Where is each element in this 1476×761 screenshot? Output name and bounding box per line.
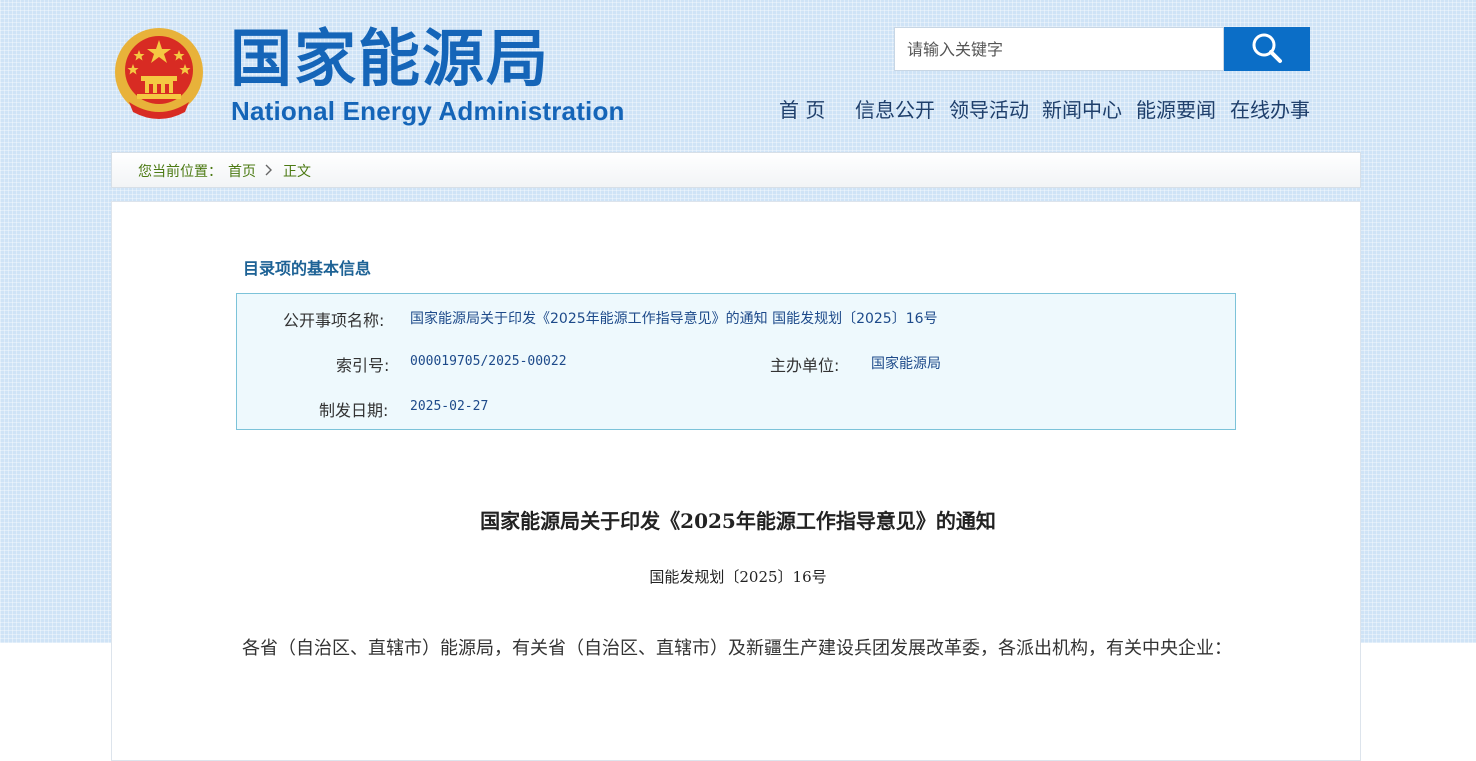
info-org-label: 主办单位: (770, 356, 840, 375)
document-title: 国家能源局关于印发《2025年能源工作指导意见》的通知 (480, 509, 996, 533)
info-box: 公开事项名称: 国家能源局关于印发《2025年能源工作指导意见》的通知 国能发规… (236, 293, 1236, 430)
info-org-value: 国家能源局 (871, 356, 941, 372)
breadcrumb: 您当前位置： 首页 正文 (111, 152, 1361, 188)
nav-item-leadership[interactable]: 领导活动 (949, 94, 1029, 123)
main-nav: 首 页 信息公开 领导活动 新闻中心 能源要闻 在线办事 (0, 94, 1476, 124)
info-date-label: 制发日期: (319, 401, 389, 420)
breadcrumb-current: 正文 (283, 164, 311, 180)
info-heading: 目录项的基本信息 (243, 259, 372, 278)
nav-item-online-services[interactable]: 在线办事 (1230, 94, 1310, 123)
nav-item-energy-news[interactable]: 能源要闻 (1136, 94, 1216, 123)
chevron-right-icon (265, 163, 273, 181)
site-name-chinese: 国家能源局 (230, 22, 551, 95)
info-date-value: 2025-02-27 (410, 399, 489, 414)
info-name-value: 国家能源局关于印发《2025年能源工作指导意见》的通知 国能发规划〔2025〕1… (410, 311, 938, 327)
search-icon (1249, 30, 1285, 69)
search-button[interactable] (1224, 27, 1310, 71)
breadcrumb-home-link[interactable]: 首页 (228, 161, 256, 181)
nav-item-news[interactable]: 新闻中心 (1042, 94, 1122, 123)
info-name-label: 公开事项名称: (283, 311, 385, 330)
main-content (111, 201, 1361, 761)
info-index-label: 索引号: (336, 356, 390, 375)
nav-item-home[interactable]: 首 页 (779, 94, 825, 123)
info-index-value: 000019705/2025-00022 (410, 354, 567, 369)
nav-item-info-disclosure[interactable]: 信息公开 (855, 94, 935, 123)
document-number: 国能发规划〔2025〕16号 (649, 568, 827, 586)
document-body: 各省（自治区、直辖市）能源局，有关省（自治区、直辖市）及新疆生产建设兵团发展改革… (242, 638, 1232, 659)
breadcrumb-prefix: 您当前位置： (138, 164, 222, 180)
search-input[interactable] (894, 27, 1224, 71)
